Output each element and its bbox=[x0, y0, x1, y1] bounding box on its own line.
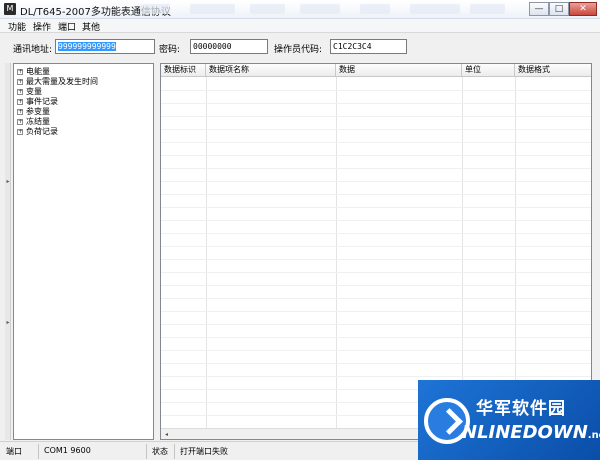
expand-icon[interactable]: + bbox=[17, 98, 23, 105]
state-value: 打开端口失败 bbox=[180, 447, 228, 456]
title-bar-ghost bbox=[190, 4, 235, 14]
status-divider bbox=[146, 444, 147, 459]
grid-row-line bbox=[161, 337, 591, 338]
tree-item-energy[interactable]: + 电能量 bbox=[17, 66, 50, 76]
grid-row-line bbox=[161, 350, 591, 351]
grid-row-line bbox=[161, 220, 591, 221]
tree-item-label: 负荷记录 bbox=[26, 127, 58, 136]
expand-icon[interactable]: + bbox=[17, 78, 23, 85]
collapse-arrow-icon[interactable]: ▸ bbox=[5, 319, 11, 327]
menu-function[interactable]: 功能 bbox=[6, 20, 28, 33]
scroll-left-icon[interactable]: ◂ bbox=[161, 429, 172, 439]
tree-item-label: 参变量 bbox=[26, 107, 50, 116]
tree-item-max-demand[interactable]: + 最大需量及发生时间 bbox=[17, 76, 98, 86]
tree-item-label: 电能量 bbox=[26, 67, 50, 76]
address-value: 999999999999 bbox=[58, 42, 116, 51]
password-label: 密码: bbox=[159, 45, 181, 55]
tree-item-variables[interactable]: + 变量 bbox=[17, 86, 42, 96]
grid-row-line bbox=[161, 168, 591, 169]
grid-row-line bbox=[161, 194, 591, 195]
grid-row-line bbox=[161, 233, 591, 234]
expand-icon[interactable]: + bbox=[17, 128, 23, 135]
grid-row-line bbox=[161, 324, 591, 325]
tree-item-frozen[interactable]: + 冻结量 bbox=[17, 116, 50, 126]
title-bar-ghost bbox=[360, 4, 390, 14]
grid-row-line bbox=[161, 272, 591, 273]
onlinedown-watermark: 华军软件园 NLINEDOWN.net bbox=[418, 380, 600, 460]
minimize-button[interactable]: — bbox=[529, 2, 549, 16]
status-divider bbox=[174, 444, 175, 459]
operator-code-label: 操作员代码: bbox=[274, 45, 323, 55]
grid-row-line bbox=[161, 142, 591, 143]
tree-item-label: 最大需量及发生时间 bbox=[26, 77, 98, 86]
grid-row-line bbox=[161, 129, 591, 130]
tree-item-load-records[interactable]: + 负荷记录 bbox=[17, 126, 58, 136]
watermark-brand-suffix: .net bbox=[587, 430, 600, 441]
data-category-tree[interactable]: + 电能量 + 最大需量及发生时间 + 变量 + 事件记录 + 参变量 + 冻结量 + 负荷记… bbox=[13, 63, 154, 440]
app-icon: M bbox=[4, 3, 16, 15]
title-bar-ghost bbox=[140, 4, 170, 14]
menu-other[interactable]: 其他 bbox=[80, 20, 102, 33]
grid-row-line bbox=[161, 298, 591, 299]
maximize-button[interactable]: □ bbox=[549, 2, 569, 16]
grid-row-line bbox=[161, 90, 591, 91]
menu-bar: 功能 操作 端口 其他 bbox=[0, 19, 600, 33]
port-label: 端口 bbox=[6, 447, 22, 456]
grid-row-line bbox=[161, 376, 591, 377]
title-bar-ghost bbox=[410, 4, 460, 14]
grid-row-line bbox=[161, 363, 591, 364]
close-button[interactable]: ✕ bbox=[569, 2, 597, 16]
status-divider bbox=[38, 444, 39, 459]
grid-row-line bbox=[161, 181, 591, 182]
watermark-brand-en: NLINEDOWN.net bbox=[462, 422, 600, 443]
column-header-format[interactable]: 数据格式 bbox=[515, 64, 591, 77]
column-header-unit[interactable]: 单位 bbox=[462, 64, 515, 77]
title-bar-ghost bbox=[300, 4, 340, 14]
column-header-name[interactable]: 数据项名称 bbox=[206, 64, 336, 77]
tree-item-parameters[interactable]: + 参变量 bbox=[17, 106, 50, 116]
state-label: 状态 bbox=[152, 447, 168, 456]
expand-icon[interactable]: + bbox=[17, 88, 23, 95]
address-label: 通讯地址: bbox=[13, 45, 53, 55]
menu-port[interactable]: 端口 bbox=[56, 20, 78, 33]
grid-row-line bbox=[161, 116, 591, 117]
title-bar-ghost bbox=[470, 4, 505, 14]
grid-row-line bbox=[161, 285, 591, 286]
watermark-brand-en-text: NLINEDOWN bbox=[462, 422, 588, 443]
tree-item-label: 冻结量 bbox=[26, 117, 50, 126]
password-field[interactable]: 00000000 bbox=[190, 39, 268, 54]
grid-row-line bbox=[161, 246, 591, 247]
tree-item-label: 变量 bbox=[26, 87, 42, 96]
panel-splitter[interactable]: ▸ ▸ bbox=[5, 63, 11, 440]
title-bar: M DL/T645-2007多功能表通信协议 — □ ✕ bbox=[0, 0, 600, 19]
address-field[interactable]: 999999999999 bbox=[55, 39, 155, 54]
grid-row-line bbox=[161, 155, 591, 156]
menu-operation[interactable]: 操作 bbox=[31, 20, 53, 33]
watermark-brand-cn: 华军软件园 bbox=[476, 399, 566, 419]
port-value: COM1 9600 bbox=[44, 446, 91, 455]
grid-header: 数据标识 数据项名称 数据 单位 数据格式 bbox=[161, 64, 591, 77]
expand-icon[interactable]: + bbox=[17, 118, 23, 125]
tree-item-event-records[interactable]: + 事件记录 bbox=[17, 96, 58, 106]
expand-icon[interactable]: + bbox=[17, 108, 23, 115]
tree-item-label: 事件记录 bbox=[26, 97, 58, 106]
grid-row-line bbox=[161, 103, 591, 104]
expand-icon[interactable]: + bbox=[17, 68, 23, 75]
grid-row-line bbox=[161, 259, 591, 260]
operator-code-field[interactable]: C1C2C3C4 bbox=[330, 39, 407, 54]
column-header-data[interactable]: 数据 bbox=[336, 64, 462, 77]
collapse-arrow-icon[interactable]: ▸ bbox=[5, 178, 11, 186]
grid-row-line bbox=[161, 311, 591, 312]
grid-row-line bbox=[161, 207, 591, 208]
column-header-id[interactable]: 数据标识 bbox=[161, 64, 206, 77]
title-bar-ghost bbox=[250, 4, 285, 14]
